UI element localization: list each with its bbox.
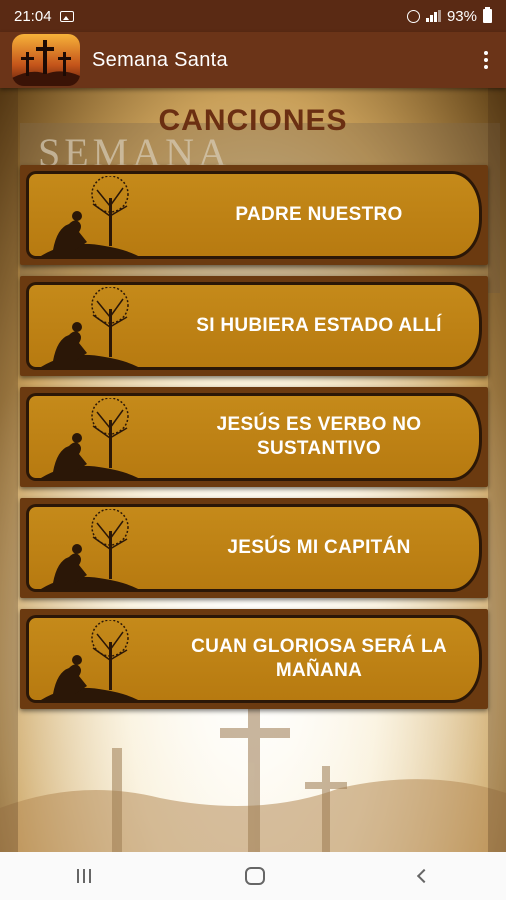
song-label: CUAN GLORIOSA SERÁ LA MAÑANA (191, 636, 447, 681)
app-bar: Semana Santa (0, 32, 506, 88)
status-bar: 21:04 93% (0, 0, 506, 32)
signal-icon (425, 10, 441, 22)
song-label: SI HUBIERA ESTADO ALLÍ (196, 315, 442, 336)
system-nav-bar (0, 852, 506, 900)
song-label: JESÚS ES VERBO NO SUSTANTIVO (216, 414, 422, 459)
status-time: 21:04 (14, 7, 52, 25)
section-title: CANCIONES (158, 104, 348, 137)
song-button-si-hubiera-estado-alli[interactable]: SI HUBIERA ESTADO ALLÍ (20, 276, 488, 376)
song-button-cuan-gloriosa[interactable]: CUAN GLORIOSA SERÁ LA MAÑANA (20, 609, 488, 709)
song-label: PADRE NUESTRO (235, 204, 403, 225)
more-vert-icon[interactable] (478, 48, 494, 72)
praying-man-tree-icon (41, 287, 139, 367)
song-button-padre-nuestro[interactable]: PADRE NUESTRO (20, 165, 488, 265)
alarm-icon (406, 9, 420, 23)
praying-man-tree-icon (41, 620, 139, 700)
content-area: SEMANA CANCIONES PADRE NUESTRO SI HUBIER… (0, 88, 506, 852)
status-icons: 93% (406, 7, 492, 25)
battery-icon (483, 7, 492, 23)
battery-percent: 93% (446, 7, 477, 25)
song-button-jesus-es-verbo[interactable]: JESÚS ES VERBO NO SUSTANTIVO (20, 387, 488, 487)
song-label: JESÚS MI CAPITÁN (227, 537, 411, 558)
song-button-jesus-mi-capitan[interactable]: JESÚS MI CAPITÁN (20, 498, 488, 598)
three-crosses-icon (12, 34, 80, 86)
image-icon (59, 10, 74, 22)
recents-icon[interactable] (77, 869, 91, 883)
praying-man-tree-icon (41, 509, 139, 589)
home-icon[interactable] (245, 867, 265, 885)
back-icon[interactable] (416, 868, 432, 884)
app-title: Semana Santa (92, 48, 228, 71)
praying-man-tree-icon (41, 398, 139, 478)
praying-man-tree-icon (41, 176, 139, 256)
